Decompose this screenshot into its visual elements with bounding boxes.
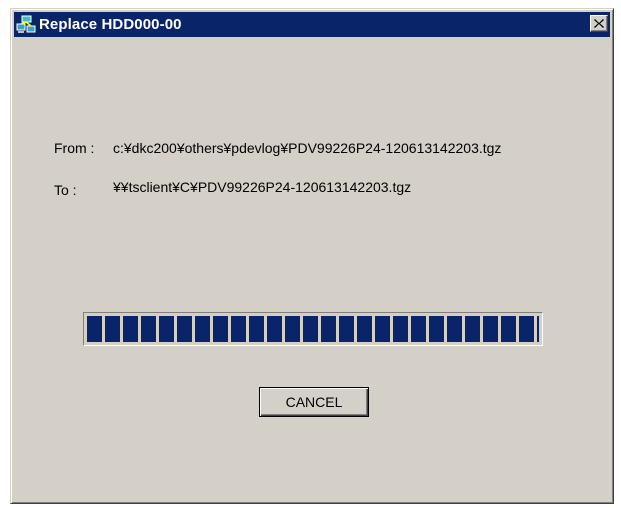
network-computers-icon (16, 15, 36, 33)
close-icon (594, 19, 604, 28)
from-path: c:¥dkc200¥others¥pdevlog¥PDV99226P24-120… (113, 140, 502, 156)
progress-bar-fill (87, 316, 539, 342)
from-label: From : (54, 140, 95, 156)
progress-bar (83, 312, 543, 346)
window-title: Replace HDD000-00 (39, 16, 182, 33)
title-bar[interactable]: Replace HDD000-00 (14, 12, 610, 37)
cancel-button[interactable]: CANCEL (259, 387, 369, 417)
to-path: ¥¥tsclient¥C¥PDV99226P24-120613142203.tg… (113, 179, 412, 195)
to-label: To : (54, 182, 77, 198)
replace-dialog: Replace HDD000-00 From : c:¥dkc200¥other… (10, 8, 614, 504)
close-button[interactable] (590, 15, 608, 32)
